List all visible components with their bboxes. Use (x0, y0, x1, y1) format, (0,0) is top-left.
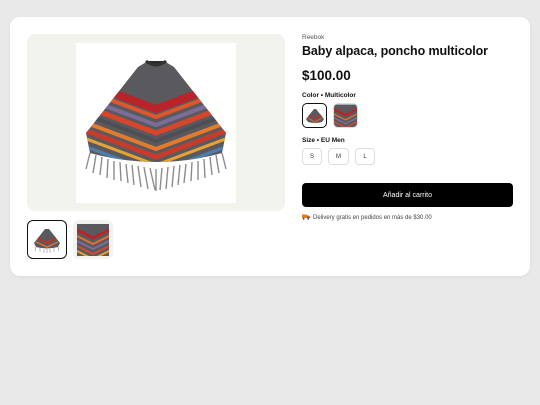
product-title: Baby alpaca, poncho multicolor (302, 44, 488, 58)
thumbnail-poncho-front[interactable] (27, 220, 67, 259)
product-price: $100.00 (302, 68, 351, 83)
thumbnail-list (27, 220, 113, 259)
product-image-area (27, 34, 285, 211)
truck-icon (302, 214, 310, 222)
color-swatches (302, 103, 514, 128)
size-option-m[interactable]: M (328, 148, 349, 165)
thumbnail-poncho-detail[interactable] (73, 220, 113, 259)
product-brand: Reebok (302, 34, 325, 41)
color-swatch-poncho-striped[interactable] (333, 103, 358, 128)
color-swatch-poncho-multicolor[interactable] (302, 103, 327, 128)
product-main-image (76, 43, 236, 203)
size-option-l[interactable]: L (355, 148, 375, 165)
size-label: Size • EU Men (302, 137, 345, 144)
product-card: Reebok Baby alpaca, poncho multicolor $1… (10, 17, 530, 276)
size-options: S M L (302, 148, 514, 165)
size-option-s[interactable]: S (302, 148, 322, 165)
product-info: Reebok Baby alpaca, poncho multicolor $1… (302, 34, 514, 222)
delivery-text: Delivery gratis en pedidos en más de $30… (313, 215, 432, 221)
color-label: Color • Multicolor (302, 92, 356, 99)
delivery-note: Delivery gratis en pedidos en más de $30… (302, 214, 514, 222)
add-to-cart-button[interactable]: Añadir al carrito (302, 183, 513, 207)
